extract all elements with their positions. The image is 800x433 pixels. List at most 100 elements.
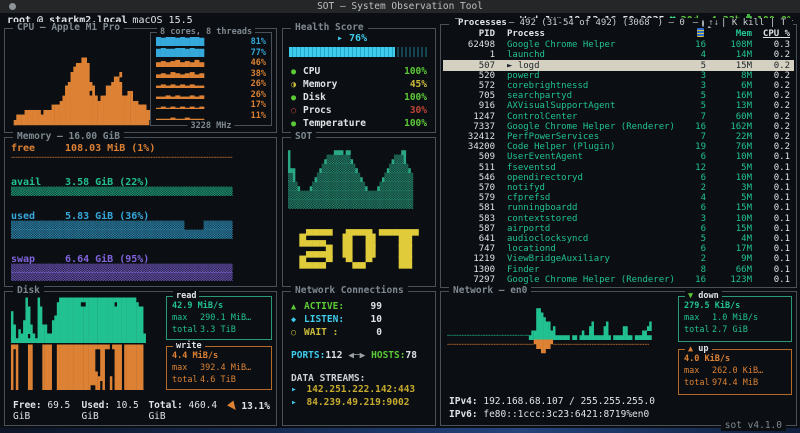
process-name: contextstored	[507, 214, 678, 224]
process-row[interactable]: 570 notifyd 2 3M 0.1	[443, 183, 794, 193]
stream-address: 142.251.222.142:443	[306, 384, 415, 395]
process-row[interactable]: 511 fseventsd 12 5M 0.1	[443, 162, 794, 172]
process-row[interactable]: 916 AXVisualSupportAgent 5 13M 0.2	[443, 101, 794, 111]
process-threads: 2	[678, 183, 706, 193]
cpu-core-row: ▄▅▄▅▆▄▅▄▆▄ 46%	[156, 58, 266, 68]
process-mem: 4M	[706, 234, 752, 244]
process-row[interactable]: 1 launchd 4 14M 0.2	[443, 50, 794, 60]
health-metric-bullet-icon: ●	[291, 93, 303, 103]
process-row[interactable]: 1247 ControlCenter 7 60M 0.2	[443, 111, 794, 121]
process-row[interactable]: 572 corebrightnessd 3 6M 0.2	[443, 81, 794, 91]
process-row[interactable]: 641 audioclocksyncd 5 4M 0.1	[443, 234, 794, 244]
process-threads: 5	[678, 234, 706, 244]
ports-label: PORTS:	[291, 350, 325, 361]
process-table-header[interactable]: PID Process Mem CPU %	[443, 28, 794, 40]
process-pid: 509	[443, 152, 495, 162]
column-process[interactable]: Process	[507, 29, 678, 39]
disk-usage-pizza-icon	[227, 400, 239, 412]
disk-footer: Free: 69.5 GiB Used: 10.5 GiB Total: 460…	[13, 400, 270, 422]
process-row[interactable]: 507 ► logd 5 15M 0.2	[443, 60, 794, 70]
process-pid: 32412	[443, 132, 495, 142]
connection-state-value: 0	[360, 327, 382, 338]
process-row[interactable]: 7337 Google Chrome Helper (Renderer) 16 …	[443, 122, 794, 132]
process-mem: 13M	[706, 101, 752, 111]
process-row[interactable]: 1219 ViewBridgeAuxiliary 2 9M 0.1	[443, 254, 794, 264]
process-cpu: 0.1	[752, 173, 794, 183]
process-pid: 546	[443, 173, 495, 183]
process-row[interactable]: 520 powerd 3 8M 0.2	[443, 71, 794, 81]
health-metric-list: ● CPU 100% ◑ Memory 45% ● Disk 100% ○ Pr…	[291, 65, 427, 130]
disk-write-box: write 4.4 MiB/s max392.4 MiB… total4.6 T…	[166, 346, 272, 390]
process-name: ► logd	[507, 61, 678, 71]
process-row[interactable]: 32412 PerfPowerServices 7 22M 0.2	[443, 132, 794, 142]
process-name: locationd	[507, 244, 678, 254]
process-mem: 108M	[706, 40, 752, 50]
process-row[interactable]: 587 airportd 6 15M 0.1	[443, 224, 794, 234]
hosts-value: 78	[405, 350, 416, 361]
connection-state-icon: ▲	[291, 302, 304, 312]
hosts-label: HOSTS:	[371, 350, 405, 361]
process-threads: 16	[678, 40, 706, 50]
process-row[interactable]: 579 cfprefsd 4 5M 0.1	[443, 193, 794, 203]
process-name: searchpartyd	[507, 91, 678, 101]
process-threads: 7	[678, 112, 706, 122]
window-control-button[interactable]	[9, 3, 16, 10]
process-row[interactable]: 705 searchpartyd 5 16M 0.2	[443, 91, 794, 101]
network-up-graph: ┄┄┄┄┄┄┄┄┄┄┄┄┄┄┄┄┄┄▜██▛┄┄┄┄┄┄┄┄┄┄┄┄┄┄┄┄┄┄…	[447, 340, 649, 358]
process-row[interactable]: 509 UserEventAgent 6 10M 0.1	[443, 152, 794, 162]
threads-column-icon	[697, 28, 704, 37]
network-down-rate: 279.5 KiB/s	[684, 300, 787, 312]
memory-section: avail 3.58 GiB (22%) ▒▒▒▒▒▒▒▒▒▒▒▒▒▒▒▒▒▒▒…	[11, 177, 270, 197]
process-pid: 570	[443, 183, 495, 193]
sot-art-graph: ▖ ▗▄▖▄ ▗▖ ▌ ▗▒▒▒▒▒▖ ▗▒▒▌ ▙▖ ▗▒▒▒▒▒▒▒▖ ▗▒…	[288, 146, 413, 209]
process-pid: 587	[443, 224, 495, 234]
process-pid: 34200	[443, 142, 495, 152]
process-row[interactable]: 62498 Google Chrome Helper 16 108M 0.3	[443, 40, 794, 50]
search-icon[interactable]	[702, 20, 704, 27]
column-pid[interactable]: PID	[443, 29, 495, 39]
process-cpu: 0.2	[752, 132, 794, 142]
connection-state-icon: ○	[291, 328, 304, 338]
process-row[interactable]: 34200 Code Helper (Plugin) 19 76M 0.2	[443, 142, 794, 152]
process-mem: 3M	[706, 183, 752, 193]
column-cpu[interactable]: CPU %	[752, 29, 794, 39]
process-row[interactable]: 581 runningboardd 6 15M 0.1	[443, 203, 794, 213]
cpu-cores-box: 8 cores, 8 threads █▇██▇█▇██▇ 81% ▇█▇▇██…	[150, 32, 272, 126]
network-down-total: 2.7 GiB	[712, 325, 748, 335]
disk-write-graph: ▛▌ ▐▌ ▐█▌▐███████▛▜▛▘▜█▐███▌ ▌▌ ▐▌ ▐█▌▐█…	[11, 345, 146, 390]
connection-state-row: ○ WAIT : 0	[291, 326, 427, 339]
ports-hosts-row: PORTS:112 ◀─▶ HOSTS:78	[291, 350, 427, 361]
process-mem: 15M	[706, 224, 752, 234]
process-mem: 22M	[706, 132, 752, 142]
process-threads: 7	[678, 132, 706, 142]
process-threads: 3	[678, 214, 706, 224]
ipv6-label: IPv6:	[449, 409, 478, 420]
disk-read-max: 290.1 MiB…	[200, 313, 251, 323]
process-cpu: 0.1	[752, 234, 794, 244]
process-name: airportd	[507, 224, 678, 234]
process-row[interactable]: 546 opendirectoryd 6 10M 0.1	[443, 173, 794, 183]
process-row[interactable]: 1300 Finder 8 66M 0.1	[443, 264, 794, 274]
cpu-core-bar: ▁▁▁▂▁▁▂▁▁▁	[156, 111, 240, 121]
process-threads: 5	[678, 101, 706, 111]
process-mem: 14M	[706, 50, 752, 60]
process-name: Google Chrome Helper (Renderer)	[507, 122, 678, 132]
app-version: sot v4.1.0	[721, 420, 786, 431]
process-pid: 1	[443, 50, 495, 60]
health-metric-name: Memory	[303, 79, 410, 90]
process-row[interactable]: 583 contextstored 3 10M 0.1	[443, 213, 794, 223]
process-mem: 17M	[706, 244, 752, 254]
window-titlebar[interactable]: SOT — System Observation Tool	[0, 0, 800, 13]
memory-section: swap 6.64 GiB (95%) ▒▒▒▒▒▒▒▒▒▒▒▒▒▒▒▒▒▒▒▒…	[11, 254, 270, 282]
processes-hotkeys: | K kill | T t	[721, 18, 793, 28]
memory-section-graph: ▒▒▒▒▒▒▒▒▒▒▒▒▒▒▒▒▒▒▒▒▒▒▒▒▒▒▒▒▒▒▒▒▒▒▒▒▒▒▒▒…	[11, 265, 270, 282]
cpu-core-row: ▇█▇▇██▇█▇▇ 77%	[156, 48, 266, 58]
process-row[interactable]: 7297 Google Chrome Helper (Renderer) 16 …	[443, 275, 794, 285]
column-mem[interactable]: Mem	[706, 29, 752, 39]
process-threads: 16	[678, 275, 706, 285]
disk-write-max: 392.4 MiB…	[200, 363, 251, 373]
process-pid: 1300	[443, 265, 495, 275]
process-mem: 10M	[706, 214, 752, 224]
process-cpu: 0.1	[752, 193, 794, 203]
process-row[interactable]: 747 locationd 6 17M 0.1	[443, 244, 794, 254]
